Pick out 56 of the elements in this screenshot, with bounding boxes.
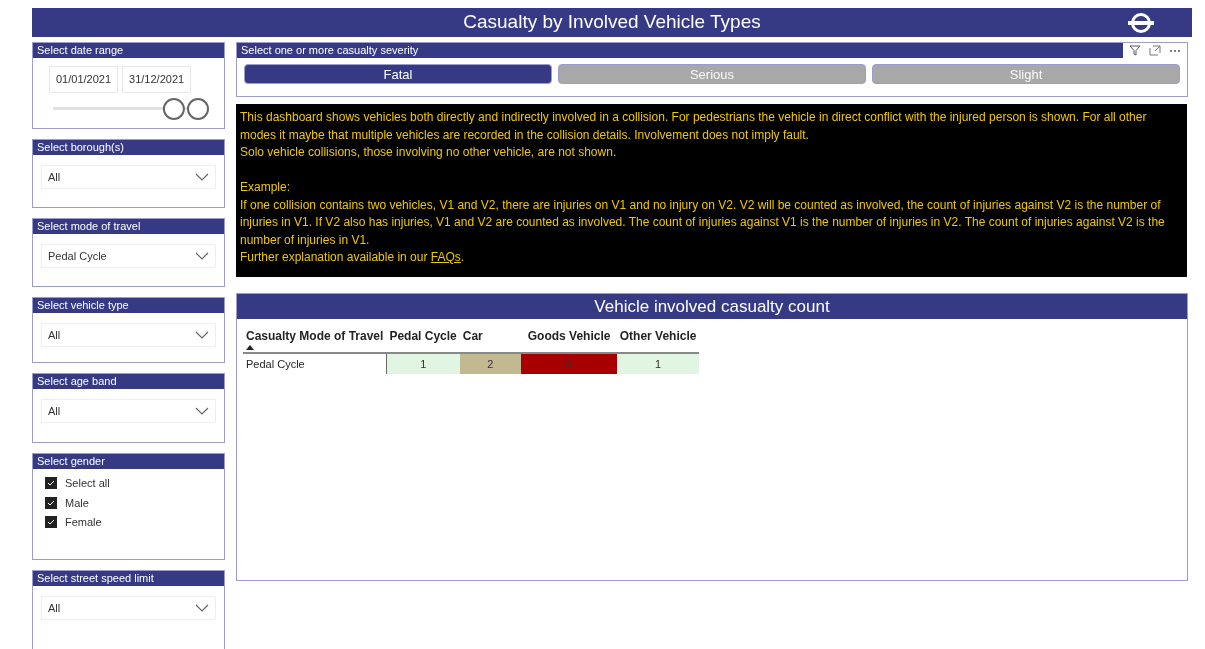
faqs-link[interactable]: FAQs (430, 250, 461, 264)
roundel-icon (1126, 12, 1156, 34)
checkbox-label: Female (65, 515, 102, 530)
severity-option[interactable]: Fatal (244, 64, 552, 84)
check-icon (47, 480, 55, 487)
column-header[interactable]: Other Vehicle (616, 327, 700, 353)
checkbox[interactable] (45, 516, 57, 529)
slicer-title: Select mode of travel (33, 219, 224, 234)
explanation-text: This dashboard shows vehicles both directly and indirectly involved in a collision. For pedestrians the vehicle in direct conflict with the injured person is shown. For all other modes it maybe that multiple vehicles are recorded in the collision details. Involvement does not imply fault. (240, 109, 1148, 144)
explanation-text: Further explanation available in our FAQs. (240, 249, 466, 266)
chevron-down-icon (195, 604, 209, 612)
explanation-text: If one collision contains two vehicles, V1 and V2, there are injuries on V1 and no injury on V2. V2 will be counted as involved, the count of injuries against V2 is the number of injuries in V1. If V2 also has injuries, V1 and V2 are counted as involved. The count of injuries against V1 is the number of injuries in V2. The count of injuries against V2 is the number of injuries in V1. (240, 196, 1166, 249)
dropdown[interactable]: Pedal Cycle (41, 244, 216, 268)
slicer-title: Select date range (33, 43, 224, 58)
check-icon (47, 499, 55, 506)
column-header[interactable]: Car (459, 327, 521, 353)
check-icon (47, 519, 55, 526)
row-label: Pedal Cycle (243, 353, 387, 374)
slicer-title: Select age band (33, 374, 224, 389)
explanation-text: Solo vehicle collisions, those involving no other vehicle, are not shown. (240, 144, 618, 161)
column-header[interactable]: Goods Vehicle (520, 327, 617, 353)
checkbox[interactable] (45, 477, 57, 490)
slicer-title: Select borough(s) (33, 140, 224, 155)
checkbox[interactable] (45, 496, 57, 509)
page-title: Casualty by Involved Vehicle Types (463, 10, 761, 35)
end-date-field[interactable]: 31/12/2021 (122, 66, 192, 93)
filter-icon[interactable] (1129, 45, 1141, 56)
focus-mode-icon[interactable] (1149, 45, 1161, 56)
dropdown-value: Pedal Cycle (48, 248, 107, 264)
checkbox-label: Male (65, 495, 89, 511)
dropdown[interactable]: All (41, 323, 216, 347)
column-header[interactable]: Casualty Mode of Travel (243, 327, 387, 353)
slicer-title: Select gender (33, 454, 224, 469)
dropdown[interactable]: All (41, 399, 216, 423)
slider-handle[interactable] (162, 97, 185, 120)
chevron-down-icon (195, 331, 209, 339)
slicer-title: Select vehicle type (33, 298, 224, 313)
sort-ascending-icon (246, 345, 254, 350)
dropdown[interactable]: All (41, 165, 216, 189)
dropdown-value: All (48, 327, 61, 343)
severity-title: Select one or more casualty severity (240, 43, 420, 59)
slicer-title: Select street speed limit (33, 571, 224, 586)
column-header[interactable]: Pedal Cycle (386, 327, 460, 353)
chevron-down-icon (195, 173, 209, 181)
more-options-icon[interactable] (1169, 48, 1181, 53)
explanation-text: Example: (240, 179, 292, 196)
chevron-down-icon (195, 252, 209, 260)
dropdown-value: All (48, 169, 61, 185)
start-date-field[interactable]: 01/01/2021 (49, 66, 119, 93)
table-title: Vehicle involved casualty count (237, 294, 1187, 319)
dropdown-value: All (48, 403, 61, 419)
checkbox-label: Select all (65, 476, 110, 491)
dropdown[interactable]: All (41, 596, 216, 620)
chevron-down-icon (195, 407, 209, 415)
dropdown-value: All (48, 600, 61, 616)
slider-handle[interactable] (187, 97, 209, 120)
